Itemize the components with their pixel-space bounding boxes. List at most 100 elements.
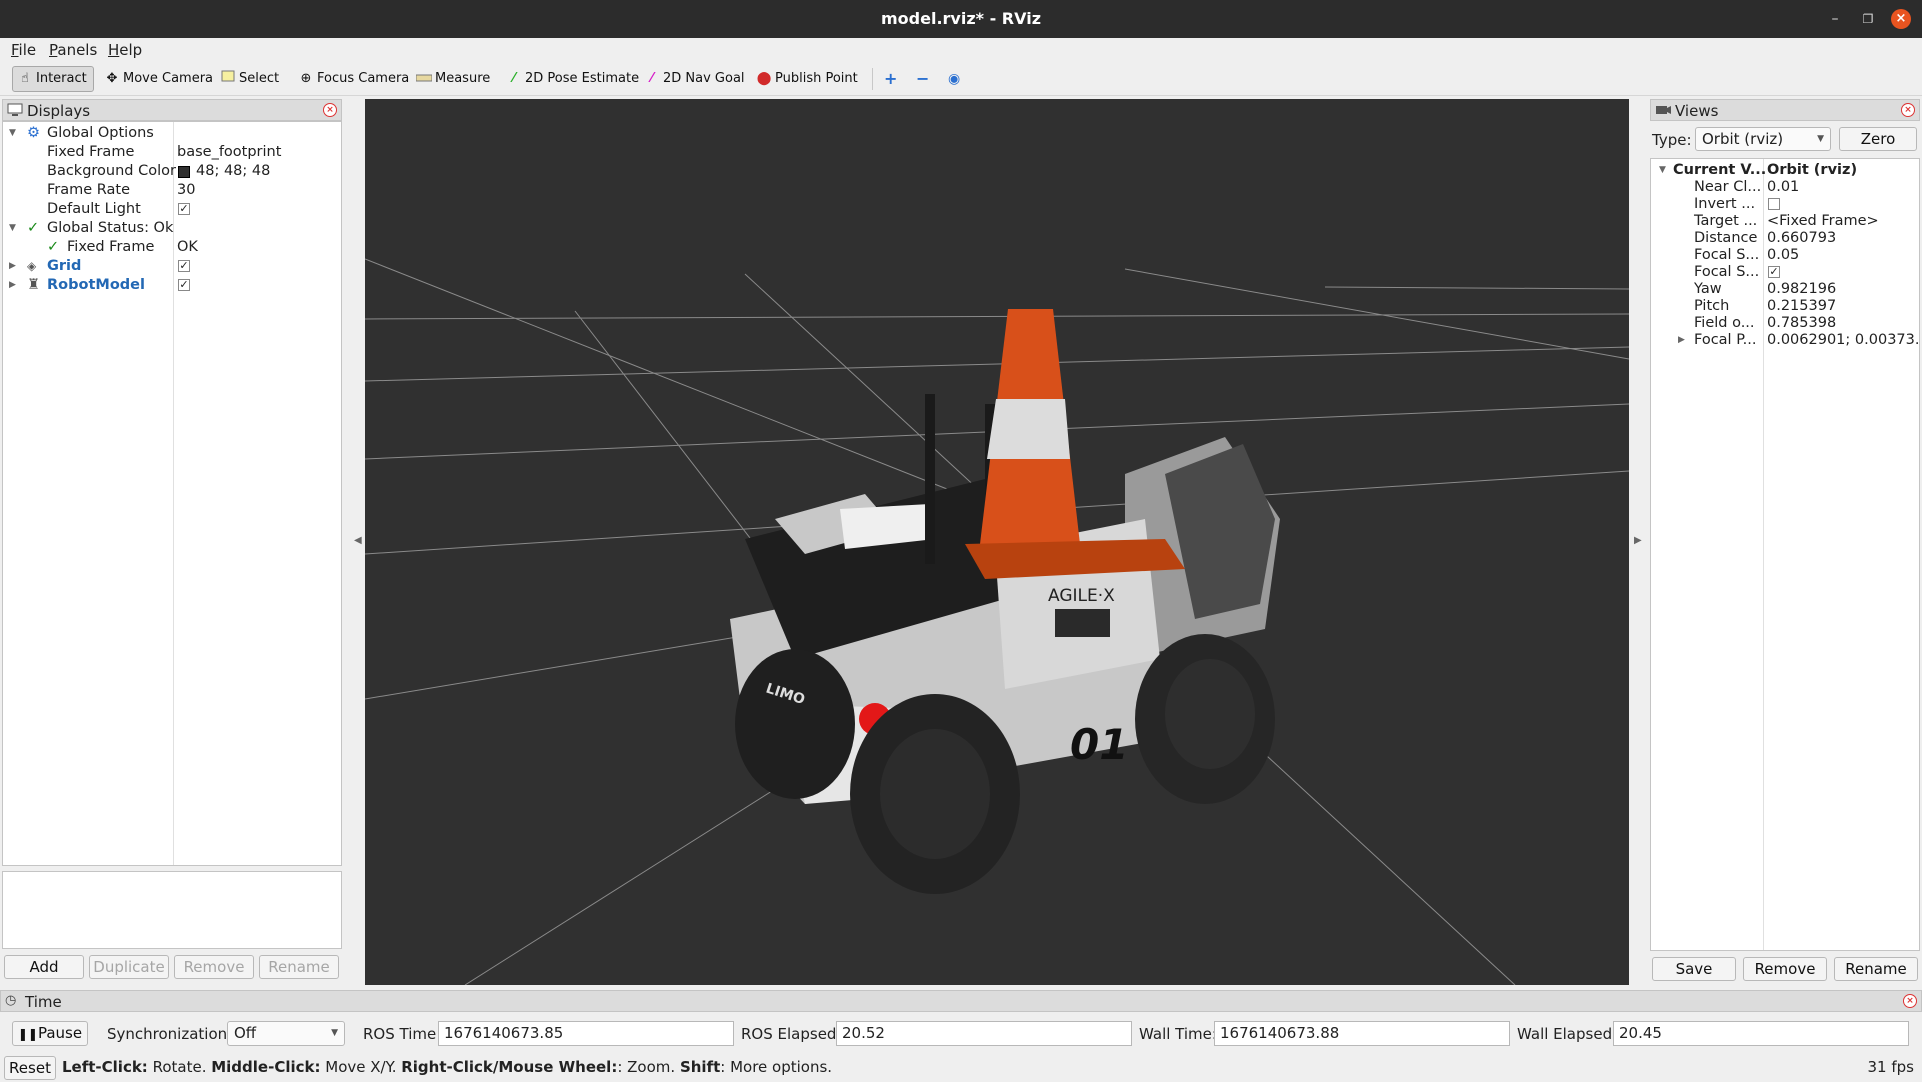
display-description-box: [2, 871, 342, 949]
tool-2d-pose-estimate[interactable]: ⁄ 2D Pose Estimate: [502, 66, 645, 92]
sync-value: Off: [234, 1024, 257, 1042]
background-color-value[interactable]: 48; 48; 48: [196, 162, 270, 181]
tool-interact[interactable]: ☝ Interact: [12, 66, 94, 92]
interact-icon: ☝: [21, 71, 29, 86]
sync-select[interactable]: Off ▼: [227, 1021, 345, 1046]
views-panel-header: Views ×: [1650, 99, 1920, 121]
invert-checkbox[interactable]: [1768, 198, 1780, 210]
ros-elapsed-label: ROS Elapsed:: [741, 1025, 842, 1043]
tool-label: Publish Point: [775, 71, 858, 86]
pause-button[interactable]: ❚❚Pause: [12, 1021, 88, 1046]
collapse-left-icon[interactable]: ◀: [354, 535, 362, 546]
background-color-label: Background Color: [47, 163, 176, 179]
close-icon[interactable]: ×: [1891, 9, 1911, 29]
pause-label: Pause: [37, 1024, 83, 1042]
toolbar: ☝ Interact ✥ Move Camera Select ⊕ Focus Cam…: [0, 62, 1922, 96]
color-swatch[interactable]: [178, 166, 190, 178]
scene-canvas: AGILE·X 01 LIMO: [365, 258, 1629, 985]
window-title: model.rviz* - RViz: [880, 9, 1041, 28]
expand-arrow-icon[interactable]: ▼: [9, 219, 19, 238]
tool-publish-point[interactable]: ⬤ Publish Point: [752, 66, 864, 92]
tool-move-camera[interactable]: ✥ Move Camera: [100, 66, 219, 92]
tree-row-fixed-frame[interactable]: Fixed Frame base_footprint: [3, 143, 341, 162]
remove-view-button[interactable]: Remove: [1743, 957, 1827, 981]
tool-properties-icon[interactable]: ◉: [944, 66, 966, 92]
default-light-checkbox[interactable]: ✓: [178, 203, 190, 215]
tree-row-status-fixed-frame[interactable]: ✓ Fixed Frame OK: [3, 238, 341, 257]
collapse-arrow-icon[interactable]: ▶: [1678, 331, 1688, 350]
close-panel-icon[interactable]: ×: [1901, 103, 1915, 117]
grid-label: Grid: [47, 258, 82, 274]
tree-row-background-color[interactable]: Background Color 48; 48; 48: [3, 162, 341, 181]
tool-select[interactable]: Select: [216, 66, 285, 92]
tree-row-global-options[interactable]: ▼ ⚙ Global Options: [3, 124, 341, 143]
view-prop-value[interactable]: 0.0062901; 0.00373...: [1767, 331, 1919, 350]
maximize-icon[interactable]: ❐: [1858, 9, 1878, 29]
menu-help[interactable]: Help: [108, 40, 142, 60]
frame-rate-value[interactable]: 30: [177, 181, 195, 200]
status-text: Rotate.: [147, 1058, 212, 1076]
view-prop-row[interactable]: ▶ Focal P... 0.0062901; 0.00373...: [1651, 331, 1919, 350]
camera-icon: [1656, 106, 1671, 114]
tree-row-global-status[interactable]: ▼ ✓ Global Status: Ok: [3, 219, 341, 238]
expand-arrow-icon[interactable]: ▼: [9, 124, 19, 143]
focal-shape-checkbox[interactable]: ✓: [1768, 266, 1780, 278]
menu-panels[interactable]: Panels: [49, 40, 97, 60]
fixed-frame-value[interactable]: base_footprint: [177, 143, 281, 162]
collapse-arrow-icon[interactable]: ▶: [9, 276, 19, 295]
menu-file[interactable]: File: [11, 40, 36, 60]
select-icon: [220, 66, 236, 92]
tool-measure[interactable]: Measure: [412, 66, 496, 92]
remove-display-button[interactable]: Remove: [174, 955, 254, 979]
collapse-arrow-icon[interactable]: ▶: [9, 257, 19, 276]
time-title: Time: [25, 993, 62, 1011]
save-view-button[interactable]: Save: [1652, 957, 1736, 981]
close-panel-icon[interactable]: ×: [1903, 994, 1917, 1008]
move-camera-icon: ✥: [106, 71, 118, 86]
duplicate-display-button[interactable]: Duplicate: [89, 955, 169, 979]
tool-2d-nav-goal[interactable]: ⁄ 2D Nav Goal: [640, 66, 751, 92]
add-tool-icon[interactable]: +: [880, 66, 903, 92]
rename-display-button[interactable]: Rename: [259, 955, 339, 979]
frame-rate-label: Frame Rate: [47, 182, 131, 198]
toolbar-separator: [872, 68, 873, 90]
fps-readout: 31 fps: [1867, 1058, 1914, 1076]
default-light-label: Default Light: [47, 201, 141, 217]
status-key: Right-Click/Mouse Wheel:: [401, 1058, 618, 1076]
tool-focus-camera[interactable]: ⊕ Focus Camera: [294, 66, 415, 92]
time-panel-header: ◷ Time ×: [0, 990, 1922, 1012]
status-fixed-frame-label: Fixed Frame: [67, 239, 155, 255]
collapse-right-icon[interactable]: ▶: [1634, 535, 1642, 546]
ros-elapsed-field[interactable]: 20.52: [836, 1021, 1132, 1046]
tree-row-frame-rate[interactable]: Frame Rate 30: [3, 181, 341, 200]
close-panel-icon[interactable]: ×: [323, 103, 337, 117]
reset-button[interactable]: Reset: [4, 1056, 56, 1080]
tree-row-default-light[interactable]: Default Light ✓: [3, 200, 341, 219]
wall-elapsed-field[interactable]: 20.45: [1613, 1021, 1909, 1046]
publish-point-icon: ⬤: [756, 71, 772, 86]
remove-tool-icon[interactable]: −: [912, 66, 935, 92]
zero-button[interactable]: Zero: [1839, 127, 1917, 151]
window-titlebar: model.rviz* - RViz – ❐ ×: [0, 0, 1922, 38]
robot-model-checkbox[interactable]: ✓: [178, 279, 190, 291]
render-viewport[interactable]: AGILE·X 01 LIMO: [365, 99, 1629, 985]
minimize-icon[interactable]: –: [1825, 9, 1845, 29]
grid-checkbox[interactable]: ✓: [178, 260, 190, 272]
views-tree: ▼ Current V... Orbit (rviz) Near Cl... 0…: [1650, 158, 1920, 951]
view-prop-name: Focal P...: [1694, 332, 1757, 348]
wall-time-field[interactable]: 1676140673.88: [1214, 1021, 1510, 1046]
tool-label: 2D Nav Goal: [663, 71, 745, 86]
ros-time-field[interactable]: 1676140673.85: [438, 1021, 734, 1046]
view-type-select[interactable]: Orbit (rviz) ▼: [1695, 127, 1831, 151]
rename-view-button[interactable]: Rename: [1834, 957, 1918, 981]
ros-time-label: ROS Time:: [363, 1025, 442, 1043]
gear-icon: ⚙: [27, 125, 40, 141]
measure-icon: [415, 66, 433, 92]
status-text: Move X/Y.: [320, 1058, 402, 1076]
agilex-logo-text: AGILE·X: [1048, 586, 1115, 606]
add-display-button[interactable]: Add: [4, 955, 84, 979]
status-key: Left-Click:: [62, 1058, 148, 1076]
status-key: Middle-Click:: [211, 1058, 321, 1076]
tree-row-grid[interactable]: ▶ ◈ Grid ✓: [3, 257, 341, 276]
tree-row-robot-model[interactable]: ▶ ♜ RobotModel ✓: [3, 276, 341, 295]
